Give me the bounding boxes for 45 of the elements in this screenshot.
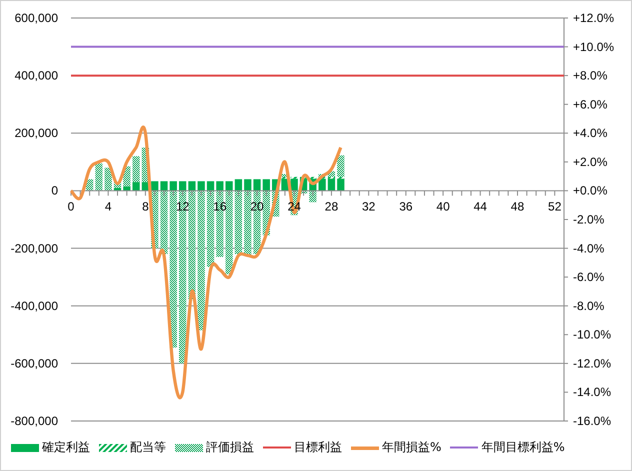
legend-key-icon — [175, 444, 203, 452]
y2-tick-label: +8.0% — [573, 68, 608, 83]
y2-tick-label: +0.0% — [573, 184, 608, 198]
y-tick-label: -600,000 — [10, 356, 58, 370]
legend-label: 確定利益 — [42, 439, 90, 456]
y-tick-label: 600,000 — [14, 11, 58, 25]
y-tick-label: -400,000 — [10, 298, 58, 313]
y-tick-label: 200,000 — [14, 126, 58, 140]
legend-key-icon — [450, 444, 478, 452]
y2-tick-label: -10.0% — [573, 328, 612, 342]
x-tick-label: 0 — [68, 200, 74, 214]
y-tick-label: 400,000 — [14, 68, 58, 83]
legend-label: 評価損益 — [206, 439, 254, 456]
y-tick-label: -800,000 — [10, 414, 58, 428]
x-tick-label: 40 — [436, 200, 450, 214]
x-tick-label: 28 — [324, 200, 338, 214]
legend-key-icon — [351, 444, 379, 452]
x-tick-label: 36 — [399, 200, 413, 214]
y2-tick-label: -8.0% — [573, 298, 604, 313]
y2-tick-label: +2.0% — [573, 154, 608, 169]
legend-label: 目標利益 — [294, 439, 342, 456]
legend-key-icon — [263, 444, 291, 452]
x-tick-label: 4 — [104, 200, 112, 214]
y2-tick-label: +10.0% — [573, 40, 614, 54]
y-tick-label: 0 — [51, 184, 58, 198]
legend-label: 配当等 — [130, 439, 166, 456]
x-tick-label: 48 — [510, 200, 524, 214]
y2-tick-label: +12.0% — [573, 11, 614, 25]
legend-key-icon — [99, 444, 127, 452]
y2-tick-label: -4.0% — [573, 241, 604, 256]
y2-tick-label: -16.0% — [573, 414, 612, 428]
y-tick-label: -200,000 — [10, 241, 58, 256]
y2-tick-label: -14.0% — [573, 385, 612, 400]
y2-tick-label: -2.0% — [573, 212, 604, 226]
y2-tick-label: +6.0% — [573, 97, 608, 112]
x-tick-label: 8 — [142, 200, 149, 214]
y2-tick-label: -6.0% — [573, 270, 604, 284]
x-tick-label: 32 — [362, 200, 376, 214]
x-tick-label: 44 — [474, 200, 487, 214]
x-tick-label: 52 — [548, 200, 562, 214]
legend-label: 年間目標利益% — [481, 439, 565, 456]
legend-key-icon — [11, 444, 39, 452]
y2-tick-label: -12.0% — [573, 356, 612, 370]
legend-label: 年間損益% — [382, 439, 442, 456]
y2-tick-label: +4.0% — [573, 126, 608, 140]
